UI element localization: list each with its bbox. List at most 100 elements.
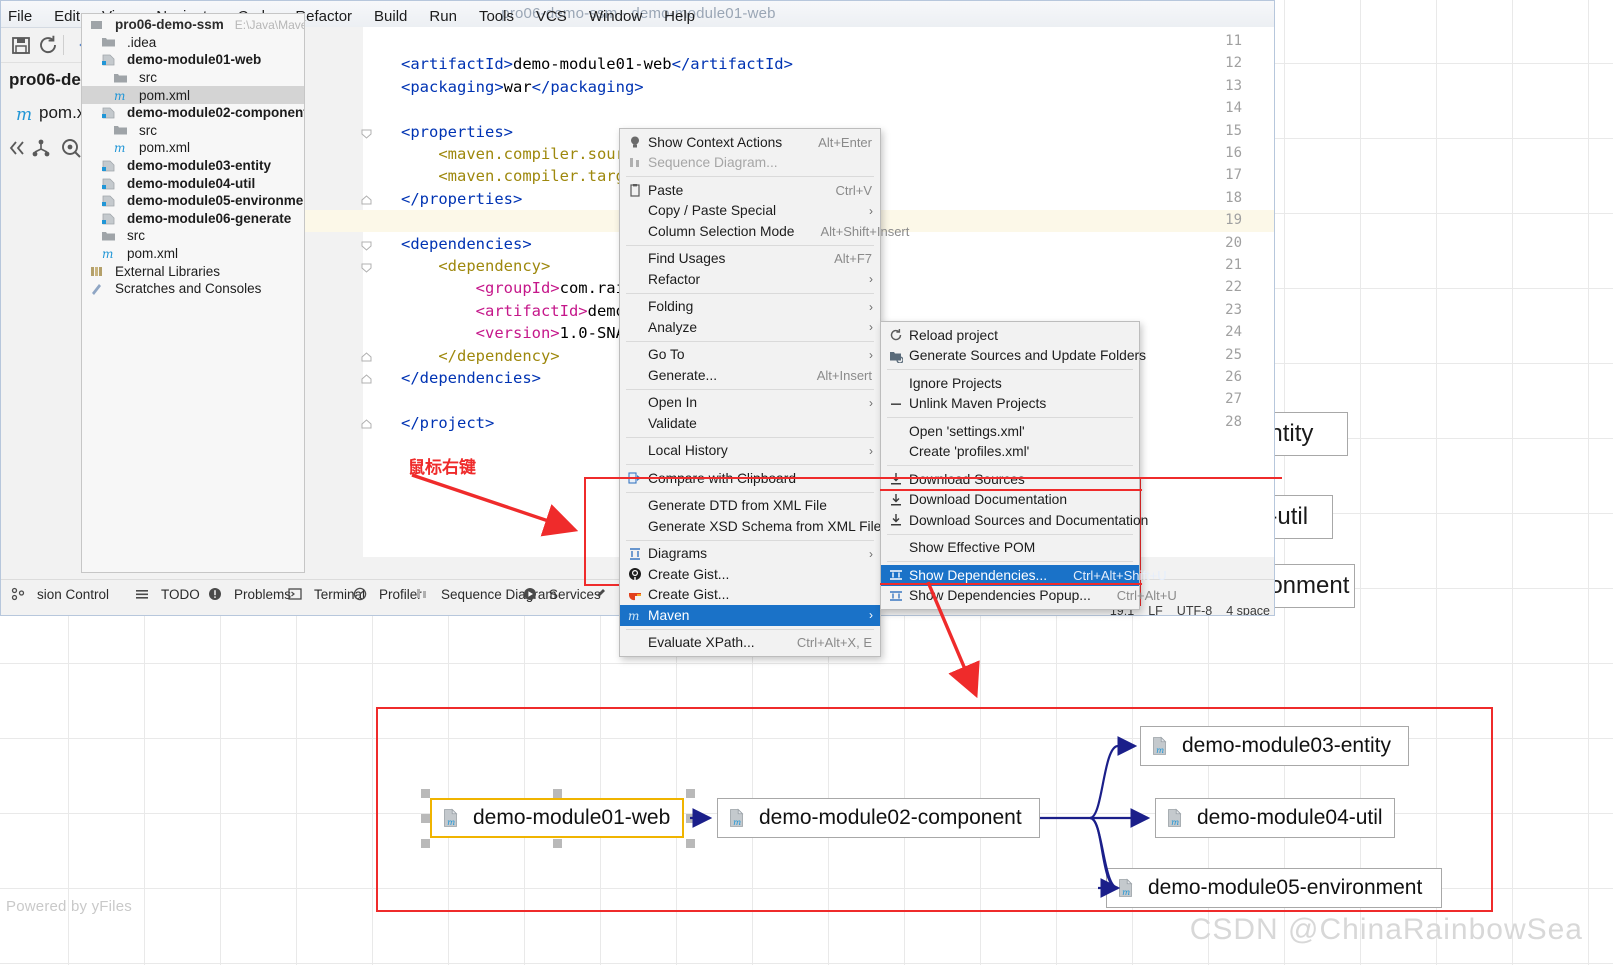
code-line[interactable]: <artifactId>demo-mo [401,302,653,320]
menu-item[interactable]: Analyze › [620,317,880,338]
selection-handle[interactable] [421,839,430,848]
menu-item[interactable]: Open In › [620,393,880,414]
hierarchy-icon[interactable] [29,136,53,165]
menu-item[interactable]: Create 'profiles.xml' [881,442,1139,463]
project-tree-item[interactable]: demo-module05-environment [82,192,304,210]
graph-node-demo-module05-environment[interactable]: m demo-module05-environment [1106,868,1442,908]
graph-node-demo-module04-util[interactable]: m demo-module04-util [1155,798,1395,838]
menu-item[interactable]: Generate DTD from XML File [620,496,880,517]
project-tree-item[interactable]: .idea [82,34,304,52]
menu-item[interactable]: Download Sources [881,469,1139,490]
code-line[interactable]: <properties> [401,123,513,141]
code-line[interactable]: </properties> [401,190,522,208]
collapse-all-icon[interactable] [5,136,29,165]
graph-node-demo-module03-entity[interactable]: m demo-module03-entity [1140,726,1409,766]
project-tree-item[interactable]: demo-module01-web [82,51,304,69]
selection-handle[interactable] [686,839,695,848]
code-line[interactable]: </project> [401,414,494,432]
project-tree-item[interactable]: m pom.xml [82,86,304,104]
fold-collapse-icon[interactable] [361,350,373,362]
menubar-item-file[interactable]: File [8,8,32,25]
code-line[interactable]: <maven.compiler.target> [401,167,653,185]
editor-context-menu[interactable]: Show Context Actions Alt+Enter Sequence Di… [619,128,909,657]
selection-handle[interactable] [421,814,430,823]
status-bar-tool-problems[interactable]: Problems [206,584,291,604]
menu-item[interactable]: Paste Ctrl+V [620,180,880,201]
selection-handle[interactable] [686,789,695,798]
fold-expand-icon[interactable] [361,260,373,273]
menu-item[interactable]: Download Sources and Documentation [881,510,1148,531]
menu-item[interactable]: Diagrams › [620,544,880,565]
menu-item[interactable]: Unlink Maven Projects [881,394,1139,415]
menu-item[interactable]: Open 'settings.xml' [881,421,1139,442]
menu-item[interactable]: Validate [620,413,880,434]
selection-handle[interactable] [553,789,562,798]
menu-item[interactable]: Reload project [881,325,1139,346]
project-tree-item[interactable]: demo-module03-entity [82,157,304,175]
menu-item[interactable]: Download Documentation [881,490,1139,511]
menu-item[interactable]: Evaluate XPath... Ctrl+Alt+X, E [620,633,880,654]
selection-handle[interactable] [686,814,695,823]
project-tree-item[interactable]: demo-module04-util [82,174,304,192]
indent-setting[interactable]: 4 space [1226,604,1270,615]
code-line[interactable]: <packaging>war</packaging> [401,78,644,96]
menu-item[interactable]: Show Context Actions Alt+Enter [620,132,880,153]
menu-item[interactable]: Create Gist... [620,564,880,585]
fold-collapse-icon[interactable] [361,193,373,205]
menu-item[interactable]: Generate XSD Schema from XML File... [620,516,893,537]
menu-item[interactable]: Column Selection Mode Alt+Shift+Insert [620,221,909,242]
maven-submenu[interactable]: Reload project Generate Sources and Updat… [880,321,1177,610]
selection-handle[interactable] [421,789,430,798]
editor-gutter[interactable] [305,27,363,557]
project-tree-item[interactable]: m pom.xml [82,139,304,157]
project-tree-item[interactable]: src [82,69,304,87]
menu-item[interactable]: Folding › [620,297,880,318]
graph-node-demo-module01-web[interactable]: m demo-module01-web [430,798,684,838]
menubar-item-tools[interactable]: Tools [479,8,514,25]
project-tree-item[interactable]: src [82,122,304,140]
menu-item[interactable]: Sequence Diagram... [620,153,880,174]
menu-item[interactable]: Refactor › [620,269,880,290]
menubar-item-window[interactable]: Window [589,8,642,25]
menu-item[interactable]: Generate... Alt+Insert [620,365,880,386]
graph-node-demo-module02-component[interactable]: m demo-module02-component [717,798,1040,838]
fold-expand-icon[interactable] [361,238,373,251]
menubar-item-vcs[interactable]: VCS [536,8,567,25]
file-encoding[interactable]: UTF-8 [1177,604,1212,615]
code-line[interactable]: <dependency> [401,257,550,275]
code-line[interactable]: <groupId>com.rainbo [401,279,653,297]
project-tree-item[interactable]: m pom.xml [82,245,304,263]
menubar-item-help[interactable]: Help [664,8,695,25]
menu-item[interactable]: Local History › [620,441,880,462]
code-line[interactable]: <maven.compiler.source> [401,145,653,163]
status-bar-tool-profiler[interactable]: Profiler [351,584,422,604]
project-tree-root[interactable]: pro06-demo-ssm E:\Java\Maven\pro06-dem [82,16,304,34]
menu-item[interactable]: Create Gist... [620,585,880,606]
fold-collapse-icon[interactable] [361,417,373,429]
project-tree-item[interactable]: src [82,227,304,245]
selection-handle[interactable] [553,839,562,848]
fold-expand-icon[interactable] [361,126,373,139]
code-line[interactable]: <version>1.0-SNAPSH [401,324,653,342]
refresh-icon[interactable] [36,33,60,57]
fold-collapse-icon[interactable] [361,372,373,384]
status-bar-tool-sion-control[interactable]: sion Control [9,584,109,604]
menubar-item-run[interactable]: Run [429,8,457,25]
project-tree-panel[interactable]: pro06-demo-ssm E:\Java\Maven\pro06-dem .… [81,13,305,573]
status-bar-tool-todo[interactable]: TODO [133,584,200,604]
menu-item[interactable]: Show Effective POM [881,538,1139,559]
project-tree-item[interactable]: Scratches and Consoles [82,280,304,298]
code-line[interactable]: </dependencies> [401,369,541,387]
menu-item[interactable]: Show Dependencies Popup... Ctrl+Alt+U [881,586,1177,607]
menu-item[interactable]: m Maven › [620,605,880,626]
code-line[interactable]: <dependencies> [401,235,532,253]
line-separator[interactable]: LF [1148,604,1163,615]
save-all-icon[interactable] [9,33,33,57]
menu-item[interactable]: Ignore Projects [881,373,1139,394]
menu-item[interactable]: Copy / Paste Special › [620,201,880,222]
menu-item[interactable]: Find Usages Alt+F7 [620,249,880,270]
project-tree-item[interactable]: demo-module06-generate [82,210,304,228]
menu-item[interactable]: Go To › [620,345,880,366]
code-line[interactable]: <artifactId>demo-module01-web</artifactI… [401,55,793,73]
code-line[interactable]: </dependency> [401,347,559,365]
